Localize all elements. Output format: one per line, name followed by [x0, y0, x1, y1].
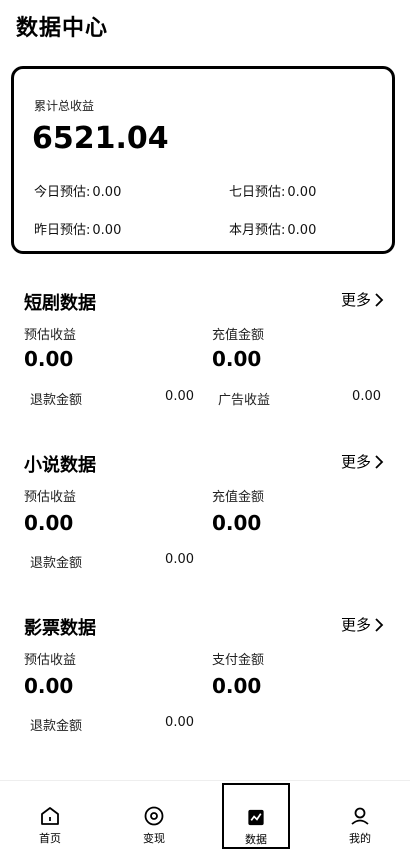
stat-yesterday-value: 0.00 — [92, 223, 122, 238]
section-title: 小说数据 — [24, 455, 96, 476]
metric-value: 0.00 — [24, 511, 74, 535]
metric-value: 0.00 — [212, 674, 262, 698]
bottom-tab-bar: 首页 变现 数据 我的 — [0, 780, 410, 850]
stat-seven-day: 七日预估: 0.00 — [229, 181, 316, 200]
section-novel: 小说数据 更多 预估收益 0.00 充值金额 0.00 退款金额 0.00 — [0, 451, 410, 581]
more-label: 更多 — [340, 616, 371, 634]
summary-label: 累计总收益 — [34, 99, 95, 113]
minor-label: 退款金额 — [30, 719, 83, 734]
more-link[interactable]: 更多 — [341, 451, 384, 472]
metric-label: 预估收益 — [24, 328, 77, 343]
chart-icon — [248, 809, 264, 826]
minor-label: 广告收益 — [218, 393, 271, 408]
tab-label: 数据 — [245, 833, 267, 846]
tab-home[interactable]: 首页 — [5, 781, 95, 850]
stat-today-label: 今日预估: — [34, 185, 91, 200]
stat-seven-day-label: 七日预估: — [229, 185, 286, 200]
stat-seven-day-value: 0.00 — [287, 185, 317, 200]
metric-value: 0.00 — [212, 347, 262, 371]
minor-value: 0.00 — [165, 715, 194, 730]
section-movie-ticket: 影票数据 更多 预估收益 0.00 支付金额 0.00 退款金额 0.00 — [0, 614, 410, 744]
stat-this-month-label: 本月预估: — [229, 223, 286, 238]
more-link[interactable]: 更多 — [341, 289, 384, 310]
chevron-right-icon — [375, 454, 384, 469]
metric-label: 预估收益 — [24, 490, 77, 505]
metric-value: 0.00 — [24, 347, 74, 371]
tab-label: 变现 — [143, 832, 165, 845]
tab-monetize[interactable]: 变现 — [109, 781, 199, 850]
metric-label: 充值金额 — [212, 490, 265, 505]
chevron-right-icon — [375, 292, 384, 307]
page-title: 数据中心 — [16, 16, 109, 41]
stat-yesterday: 昨日预估: 0.00 — [34, 219, 121, 238]
stat-yesterday-label: 昨日预估: — [34, 223, 91, 238]
minor-value: 0.00 — [352, 389, 381, 404]
section-title: 短剧数据 — [24, 293, 96, 314]
more-label: 更多 — [340, 453, 371, 471]
home-icon — [41, 807, 59, 825]
tab-label: 我的 — [349, 832, 371, 845]
user-icon — [351, 807, 369, 825]
minor-label: 退款金额 — [30, 556, 83, 571]
stat-this-month-value: 0.00 — [287, 223, 317, 238]
more-label: 更多 — [340, 291, 371, 309]
tab-mine[interactable]: 我的 — [315, 781, 405, 850]
section-title: 影票数据 — [24, 618, 96, 639]
tab-label: 首页 — [39, 832, 61, 845]
summary-amount: 6521.04 — [32, 121, 169, 156]
metric-value: 0.00 — [24, 674, 74, 698]
metric-label: 预估收益 — [24, 653, 77, 668]
stat-this-month: 本月预估: 0.00 — [229, 219, 316, 238]
metric-label: 支付金额 — [212, 653, 265, 668]
stat-today: 今日预估: 0.00 — [34, 181, 121, 200]
more-link[interactable]: 更多 — [341, 614, 384, 635]
tab-data[interactable]: 数据 — [222, 783, 290, 849]
stat-today-value: 0.00 — [92, 185, 122, 200]
section-short-drama: 短剧数据 更多 预估收益 0.00 充值金额 0.00 退款金额 0.00 广告… — [0, 289, 410, 419]
metric-label: 充值金额 — [212, 328, 265, 343]
data-center-page: 数据中心 累计总收益 6521.04 今日预估: 0.00 七日预估: 0.00 昨… — [0, 0, 410, 850]
minor-label: 退款金额 — [30, 393, 83, 408]
target-icon — [144, 806, 164, 826]
summary-card: 累计总收益 6521.04 今日预估: 0.00 七日预估: 0.00 昨日预估: 0… — [11, 66, 395, 254]
minor-value: 0.00 — [165, 552, 194, 567]
metric-value: 0.00 — [212, 511, 262, 535]
chevron-right-icon — [375, 617, 384, 632]
minor-value: 0.00 — [165, 389, 194, 404]
